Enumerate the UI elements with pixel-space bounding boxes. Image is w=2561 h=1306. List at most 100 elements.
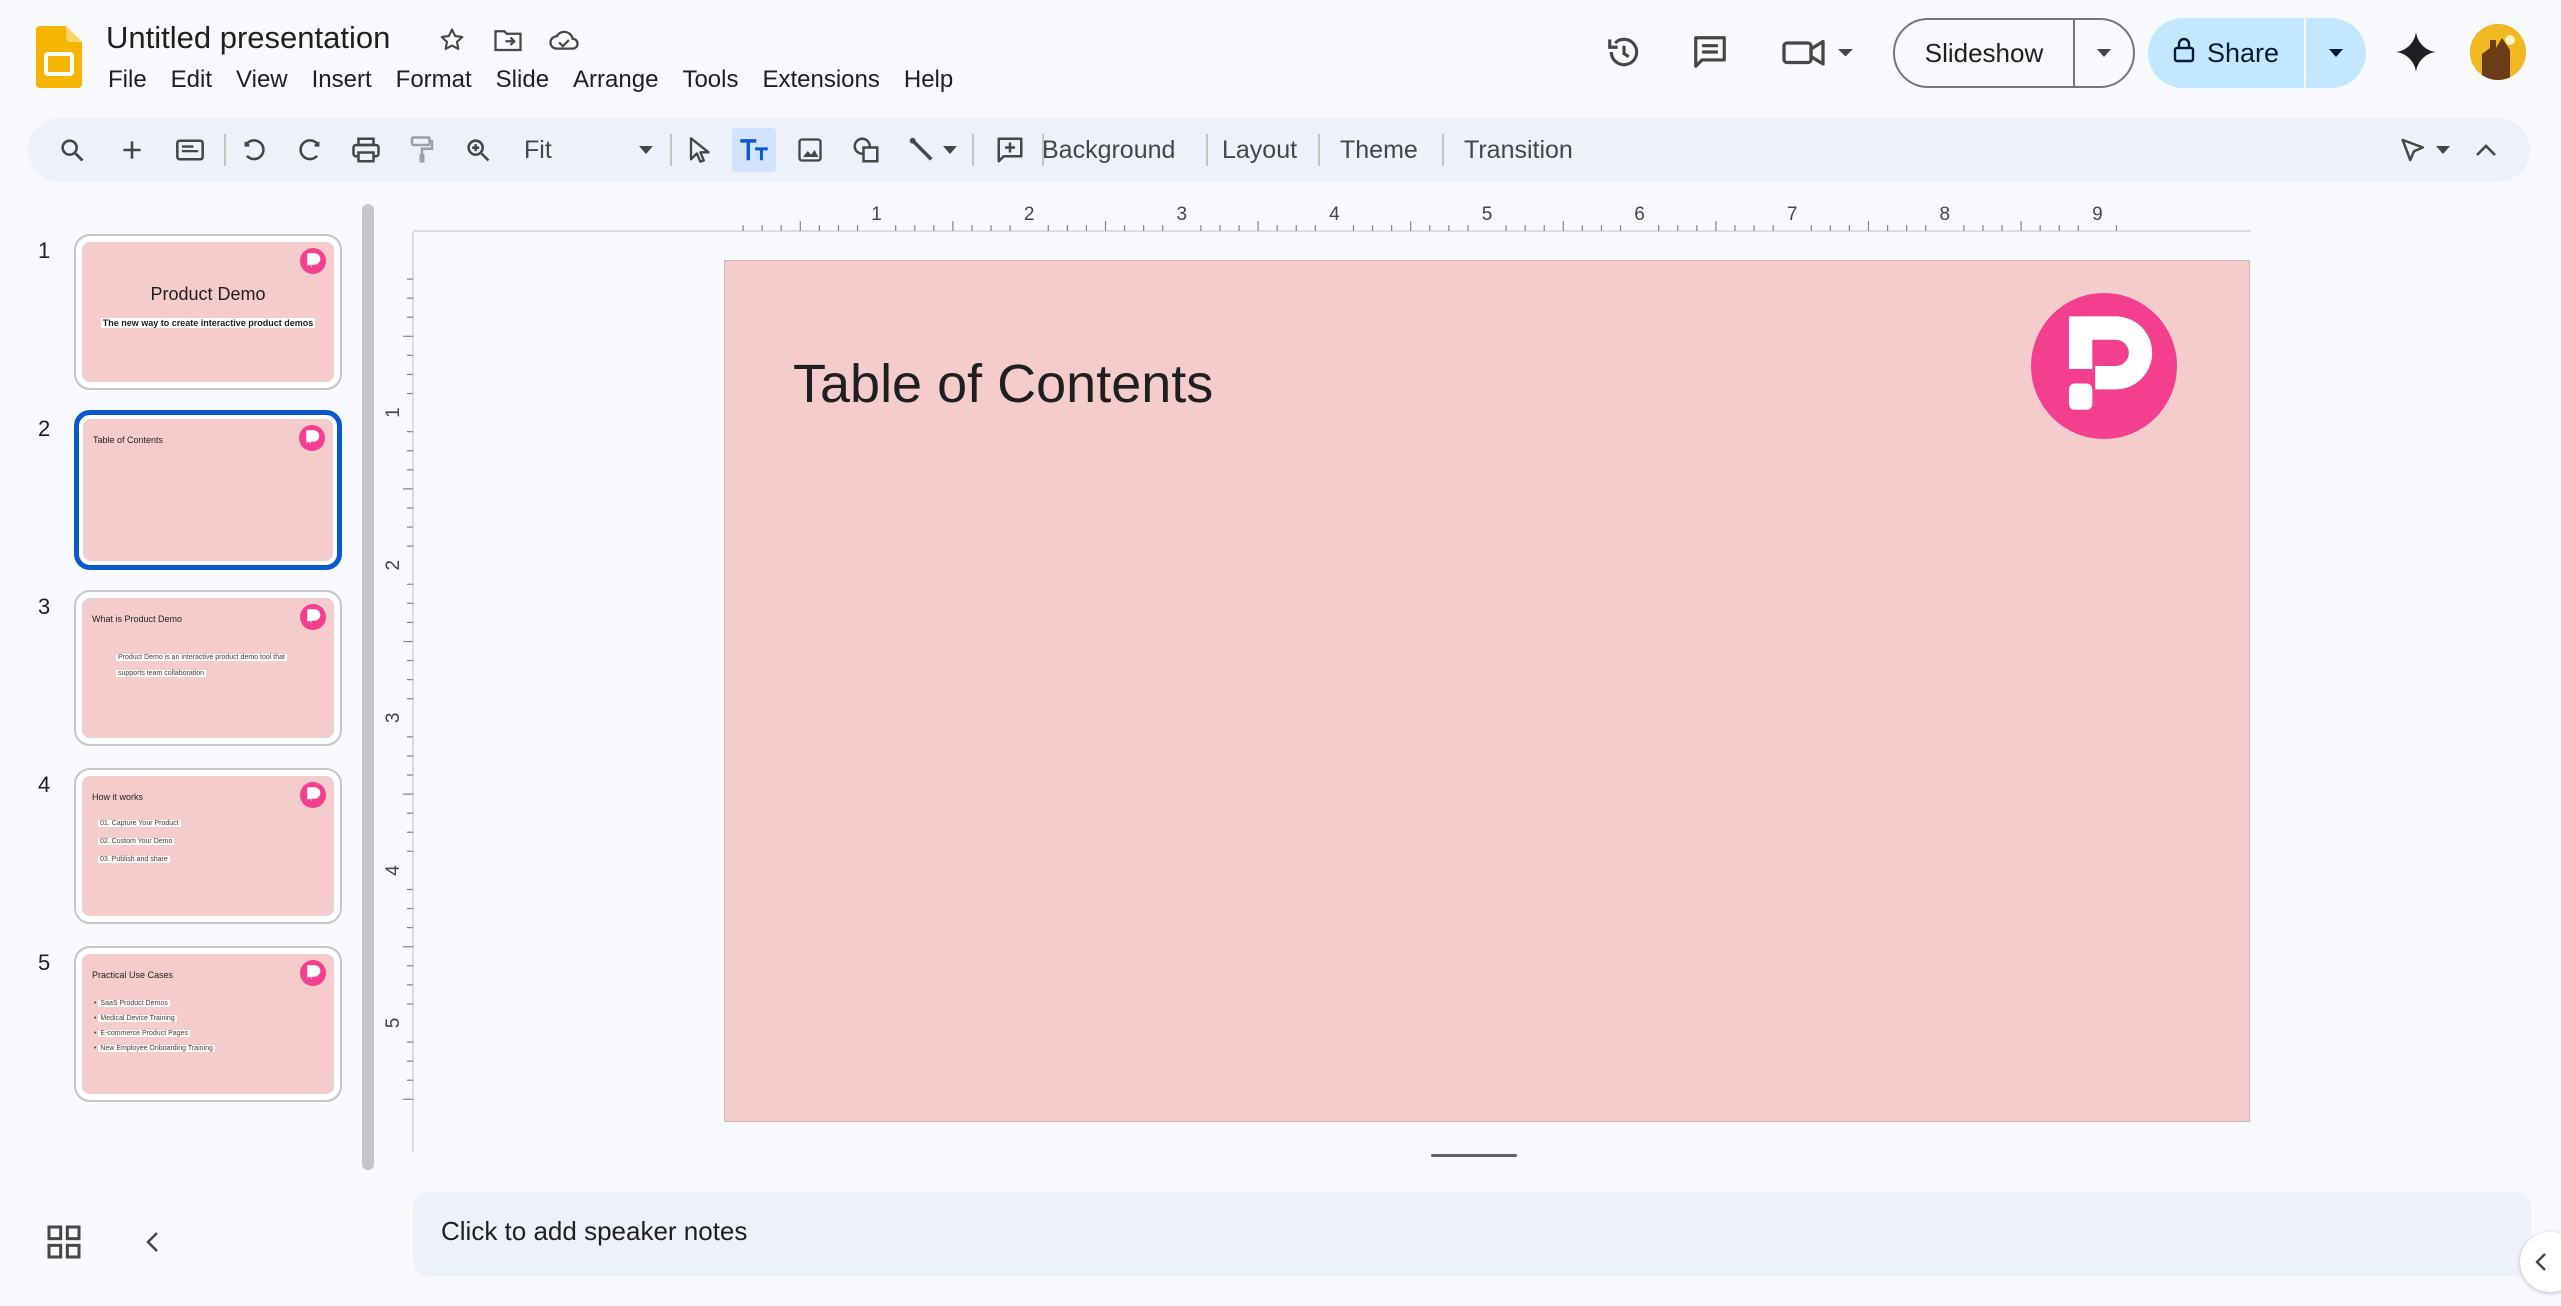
logo-icon — [300, 248, 326, 274]
toolbar-divider — [670, 134, 672, 166]
ruler-label: 3 — [1177, 204, 1188, 225]
slideshow-button[interactable]: Slideshow — [1895, 20, 2075, 86]
speaker-notes[interactable]: Click to add speaker notes — [413, 1192, 2531, 1276]
notes-resize-handle[interactable] — [1431, 1154, 1517, 1157]
pen-options-chevron-icon[interactable] — [2428, 128, 2458, 172]
slide-canvas[interactable]: Table of Contents — [724, 260, 2250, 1122]
filmstrip: 1 Product Demo The new way to create int… — [0, 198, 374, 1178]
theme-button[interactable]: Theme — [1336, 128, 1422, 172]
toolbar-divider — [972, 134, 974, 166]
paint-format-icon[interactable] — [400, 128, 444, 172]
filmstrip-scrollbar[interactable] — [362, 204, 374, 1170]
grid-view-icon[interactable] — [44, 1222, 84, 1262]
add-comment-icon[interactable] — [988, 128, 1032, 172]
undo-icon[interactable] — [232, 128, 276, 172]
transition-button[interactable]: Transition — [1460, 128, 1577, 172]
zoom-icon[interactable] — [456, 128, 500, 172]
horizontal-ruler[interactable]: 1 2 3 4 5 6 7 8 9 — [413, 198, 2251, 232]
menu-file[interactable]: File — [96, 62, 159, 98]
vertical-ruler[interactable]: 1 2 3 4 5 — [380, 232, 414, 1152]
thumb-body-line: 03. Publish and share — [98, 856, 170, 863]
slide-thumbnail-1[interactable]: Product Demo The new way to create inter… — [74, 234, 342, 390]
menu-help[interactable]: Help — [892, 62, 965, 98]
ruler-label: 2 — [1024, 204, 1035, 225]
history-icon[interactable] — [1600, 28, 1648, 76]
menu-tools[interactable]: Tools — [670, 62, 750, 98]
ruler-label: 6 — [1634, 204, 1645, 225]
menu-view[interactable]: View — [224, 62, 300, 98]
menu-arrange[interactable]: Arrange — [561, 62, 670, 98]
slide-number: 5 — [38, 950, 51, 975]
text-box-icon[interactable] — [732, 128, 776, 172]
share-label: Share — [2206, 37, 2280, 68]
slide-number: 1 — [38, 238, 51, 263]
thumb-bullet: • SaaS Product Demos — [94, 1000, 170, 1007]
slide-thumbnail-3[interactable]: What is Product Demo Product Demo is an … — [74, 590, 342, 746]
share-button[interactable]: Share — [2148, 18, 2306, 88]
ruler-label: 5 — [1482, 204, 1493, 225]
ruler-label: 7 — [1787, 204, 1798, 225]
toolbar: Fit Background Layout Theme Transition — [28, 118, 2530, 182]
speaker-notes-placeholder: Click to add speaker notes — [441, 1216, 748, 1246]
avatar[interactable] — [2470, 24, 2526, 80]
redo-icon[interactable] — [288, 128, 332, 172]
slide-number: 3 — [38, 594, 51, 619]
slides-logo-icon[interactable] — [36, 26, 82, 88]
slide-title[interactable]: Table of Contents — [793, 353, 1213, 415]
toolbar-divider — [1442, 134, 1444, 166]
comments-icon[interactable] — [1686, 28, 1734, 76]
gemini-icon[interactable] — [2392, 28, 2440, 76]
menu-extensions[interactable]: Extensions — [750, 62, 891, 98]
thumb-body-line: supports team collaboration — [116, 670, 206, 677]
document-title[interactable]: Untitled presentation — [106, 20, 390, 56]
star-icon[interactable] — [432, 20, 472, 60]
zoom-value: Fit — [524, 135, 552, 164]
thumb-bullet: • E-commerce Product Pages — [94, 1030, 190, 1037]
shape-icon[interactable] — [844, 128, 888, 172]
thumb-body-line: Product Demo is an interactive product d… — [116, 654, 287, 661]
ruler-label: 4 — [383, 865, 404, 876]
meet-icon[interactable] — [1780, 28, 1860, 76]
thumb-bullet: • New Employee Onboarding Training — [94, 1045, 215, 1052]
print-icon[interactable] — [344, 128, 388, 172]
ruler-label: 9 — [2092, 204, 2103, 225]
slideshow-group: Slideshow — [1893, 18, 2135, 88]
thumb-title: Product Demo — [150, 284, 266, 304]
thumb-body-line: 01. Capture Your Product — [98, 820, 181, 827]
background-button[interactable]: Background — [1038, 128, 1179, 172]
header: Untitled presentation File Edit View Ins… — [0, 0, 2561, 110]
slide-thumbnail-2[interactable]: Table of Contents — [74, 410, 342, 570]
slideshow-options-button[interactable] — [2075, 20, 2133, 86]
insert-image-icon[interactable] — [788, 128, 832, 172]
toolbar-divider — [1318, 134, 1320, 166]
menu-insert[interactable]: Insert — [300, 62, 384, 98]
chevron-down-icon — [639, 146, 653, 154]
product-logo-icon[interactable] — [2031, 293, 2177, 439]
select-tool-icon[interactable] — [676, 128, 720, 172]
cloud-status-icon[interactable] — [544, 20, 584, 60]
thumb-body-line: 02. Custom Your Demo — [98, 838, 175, 845]
move-folder-icon[interactable] — [488, 20, 528, 60]
menu-format[interactable]: Format — [384, 62, 484, 98]
new-slide-icon[interactable] — [110, 128, 154, 172]
menu-edit[interactable]: Edit — [159, 62, 224, 98]
share-group: Share — [2148, 18, 2366, 88]
share-options-button[interactable] — [2306, 18, 2366, 88]
lock-icon — [2173, 37, 2195, 70]
layout-button[interactable]: Layout — [1218, 128, 1301, 172]
thumb-title: How it works — [92, 792, 144, 802]
search-menus-icon[interactable] — [50, 128, 94, 172]
collapse-toolbar-icon[interactable] — [2464, 128, 2508, 172]
toolbar-divider — [224, 134, 226, 166]
new-slide-layout-icon[interactable] — [168, 128, 212, 172]
logo-icon — [299, 425, 325, 451]
ruler-label: 3 — [383, 713, 404, 724]
line-options-chevron-icon[interactable] — [936, 128, 964, 172]
collapse-filmstrip-icon[interactable] — [132, 1222, 172, 1262]
zoom-select[interactable]: Fit — [504, 128, 664, 172]
slide-thumbnail-5[interactable]: Practical Use Cases • SaaS Product Demos… — [74, 946, 342, 1102]
ruler-label: 5 — [383, 1018, 404, 1029]
thumb-title: Table of Contents — [93, 435, 164, 445]
menu-slide[interactable]: Slide — [484, 62, 561, 98]
slide-thumbnail-4[interactable]: How it works 01. Capture Your Product 02… — [74, 768, 342, 924]
